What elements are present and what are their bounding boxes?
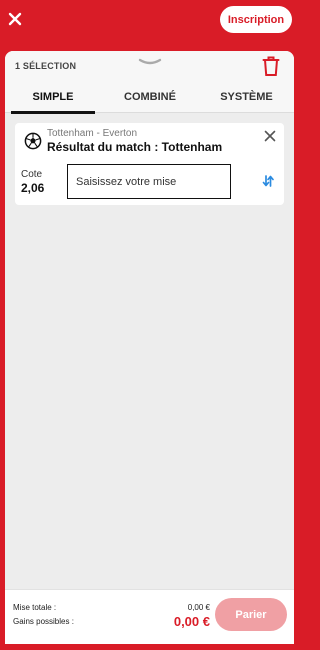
drag-handle-icon[interactable] <box>136 55 164 69</box>
potential-win-value: 0,00 € <box>173 614 210 629</box>
market-selection: Résultat du match : Tottenham <box>47 140 223 154</box>
betslip-footer: Mise totale : Gains possibles : 0,00 € 0… <box>5 589 294 644</box>
bet-type-tabs: SIMPLE COMBINÉ SYSTÈME <box>5 81 294 114</box>
odds-label: Cote <box>21 169 43 180</box>
remove-selection-icon[interactable] <box>262 128 278 144</box>
soccer-ball-icon <box>24 132 42 150</box>
event-name: Tottenham - Everton <box>47 128 138 139</box>
top-bar: Inscription <box>0 0 300 40</box>
place-bet-button[interactable]: Parier <box>215 598 287 631</box>
tab-simple[interactable]: SIMPLE <box>5 81 101 114</box>
betslip-header: 1 SÉLECTION <box>5 51 294 81</box>
signup-button[interactable]: Inscription <box>220 6 292 33</box>
potential-win-label: Gains possibles : <box>13 617 74 626</box>
odds-value: 2,06 <box>21 181 45 195</box>
stake-input[interactable] <box>67 164 231 199</box>
trash-icon[interactable] <box>261 54 281 78</box>
tab-combine[interactable]: COMBINÉ <box>101 81 199 113</box>
tab-systeme[interactable]: SYSTÈME <box>199 81 294 113</box>
total-stake-value: 0,00 € <box>187 603 210 612</box>
total-stake-label: Mise totale : <box>13 603 57 612</box>
betslip-panel: 1 SÉLECTION SIMPLE COMBINÉ SYSTÈME Totte… <box>5 51 294 644</box>
swap-icon[interactable] <box>261 174 275 188</box>
close-icon[interactable] <box>4 8 26 30</box>
selection-count: 1 SÉLECTION <box>15 61 77 71</box>
selection-card: Tottenham - Everton Résultat du match : … <box>15 123 284 205</box>
